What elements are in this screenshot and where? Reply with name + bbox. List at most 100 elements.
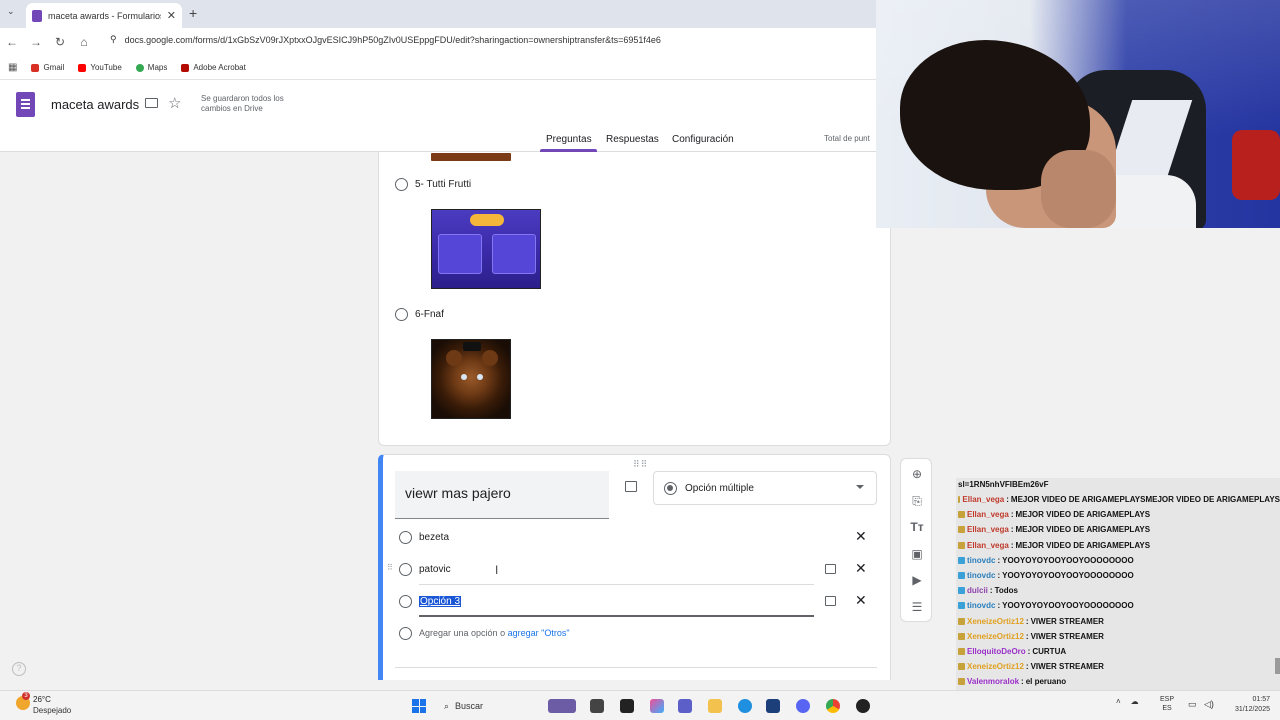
option-radio[interactable]: [395, 308, 408, 321]
copilot-icon[interactable]: [650, 699, 664, 713]
add-option-image-icon[interactable]: [825, 564, 836, 574]
form-title[interactable]: maceta awards: [51, 97, 139, 112]
network-icon[interactable]: ▭: [1188, 699, 1197, 710]
chat-separator: :: [997, 601, 1001, 611]
option-underline: [419, 584, 814, 585]
add-video-icon[interactable]: ▶: [910, 573, 924, 587]
forward-arrow-icon[interactable]: →: [24, 35, 48, 49]
chat-username: XeneizeOrtiz12: [967, 616, 1024, 626]
volume-icon[interactable]: ◁): [1204, 699, 1214, 710]
star-icon[interactable]: ☆: [168, 94, 181, 112]
chat-message: tinovdc: YOOYOYOYOOYOOYOOOOOOOO: [956, 568, 1280, 583]
input-language[interactable]: ESP ES: [1160, 695, 1174, 713]
chat-message: Ellan_vega: MEJOR VIDEO DE ARIGAMEPLAYSME…: [956, 492, 1280, 507]
site-info-icon[interactable]: ⚲: [110, 34, 117, 45]
option-radio: [399, 563, 412, 576]
file-explorer-icon[interactable]: [708, 699, 722, 713]
bookmark-youtube[interactable]: YouTube: [78, 63, 122, 72]
tab-search-chevron-icon[interactable]: ⌄: [7, 6, 15, 17]
text-cursor-icon: I: [495, 563, 499, 577]
remove-option-close-icon[interactable]: ✕: [855, 560, 867, 577]
system-clock[interactable]: 01:57 31/12/2025: [1222, 695, 1270, 715]
chat-separator: :: [1025, 662, 1029, 672]
help-icon[interactable]: ?: [12, 662, 26, 676]
discord-icon[interactable]: [796, 699, 810, 713]
question-card-previous[interactable]: 5- Tutti Frutti 6-Fnaf: [378, 152, 891, 446]
youtube-icon: [78, 63, 87, 72]
bookmark-adobe-acrobat[interactable]: Adobe Acrobat: [181, 63, 246, 72]
option-drag-handle-icon[interactable]: ⠿: [387, 563, 393, 572]
chat-text: VIWER STREAMER: [1030, 631, 1104, 641]
add-title-text-icon[interactable]: Tт: [910, 520, 924, 534]
remove-option-close-icon[interactable]: ✕: [855, 528, 867, 545]
option-row-editing[interactable]: Opción 3 ✕: [395, 591, 867, 617]
option-label-patovic[interactable]: patovic: [419, 564, 451, 575]
apps-grid-icon[interactable]: ▦: [8, 62, 17, 73]
import-questions-icon[interactable]: ⎘: [910, 494, 924, 508]
chat-text: MEJOR VIDEO DE ARIGAMEPLAYSMEJOR VIDEO D…: [1010, 495, 1280, 505]
add-image-icon[interactable]: [625, 481, 637, 492]
option-label-bezeta[interactable]: bezeta: [419, 532, 449, 543]
question-type-dropdown[interactable]: Opción múltiple: [653, 471, 877, 505]
bookmark-maps[interactable]: Maps: [135, 63, 167, 72]
fnaf-option-image[interactable]: [431, 339, 511, 419]
tab-respuestas[interactable]: Respuestas: [606, 134, 659, 145]
store-icon[interactable]: [766, 699, 780, 713]
home-icon[interactable]: ⌂: [72, 35, 96, 49]
url-field[interactable]: ⚲ docs.google.com/forms/d/1xGbSzV09rJXpt…: [110, 34, 661, 45]
form-canvas: 5- Tutti Frutti 6-Fnaf ⠿⠿ viewr mas paje…: [0, 152, 956, 680]
option-row[interactable]: ⠿ patovic I ✕: [387, 559, 867, 585]
capcut-icon[interactable]: [620, 699, 634, 713]
bookmark-gmail[interactable]: Gmail: [31, 63, 64, 72]
total-points-label: Total de punt: [824, 134, 870, 143]
add-image-icon[interactable]: ▣: [910, 547, 924, 561]
chat-text: VIWER STREAMER: [1030, 662, 1104, 672]
onedrive-icon[interactable]: ☁: [1131, 697, 1139, 706]
add-section-icon[interactable]: ☰: [910, 600, 924, 614]
drag-handle-icon[interactable]: ⠿⠿: [633, 459, 648, 470]
add-option-link[interactable]: Agregar una opción: [419, 628, 498, 638]
chat-scrollbar[interactable]: [1275, 658, 1280, 674]
stream-chat-overlay: sl=1RN5nhVFIBEm26vF Ellan_vega: MEJOR VID…: [956, 478, 1280, 704]
question-title-field[interactable]: viewr mas pajero: [395, 471, 609, 519]
option-radio[interactable]: [395, 178, 408, 191]
close-tab-icon[interactable]: ✕: [167, 9, 176, 22]
google-forms-logo-icon[interactable]: [16, 92, 35, 117]
add-question-icon[interactable]: ⊕: [910, 467, 924, 481]
remove-option-close-icon[interactable]: ✕: [855, 592, 867, 609]
chrome-icon[interactable]: [826, 699, 840, 713]
copilot-people-icon[interactable]: [548, 699, 576, 713]
add-other-link[interactable]: agregar "Otros": [508, 628, 570, 638]
chat-separator: :: [997, 555, 1001, 565]
new-tab-plus-icon[interactable]: +: [189, 5, 197, 21]
edge-icon[interactable]: [738, 699, 752, 713]
weather-temperature: 26°C: [33, 695, 51, 704]
chat-badge-icon: [958, 556, 965, 564]
windows-start-icon[interactable]: [412, 699, 426, 713]
chat-badge-icon: [958, 526, 965, 534]
option-input-opcion-3[interactable]: Opción 3: [419, 596, 462, 607]
teams-icon[interactable]: [678, 699, 692, 713]
option-row[interactable]: bezeta ✕: [395, 527, 867, 549]
back-arrow-icon[interactable]: ←: [0, 35, 24, 49]
tutti-frutti-option-image[interactable]: [431, 209, 541, 289]
chat-message: Ellan_vega: MEJOR VIDEO DE ARIGAMEPLAYS: [956, 538, 1280, 553]
task-view-icon[interactable]: [590, 699, 604, 713]
add-option-image-icon[interactable]: [825, 596, 836, 606]
taskbar-search[interactable]: ⌕ Buscar: [436, 696, 540, 716]
chat-separator: :: [1010, 510, 1014, 520]
reload-icon[interactable]: ↻: [48, 35, 72, 49]
bookmark-label: YouTube: [90, 63, 122, 72]
move-to-folder-icon[interactable]: [145, 98, 158, 108]
tab-preguntas[interactable]: Preguntas: [546, 134, 592, 145]
chat-username: dulcii: [967, 586, 988, 596]
tab-configuracion[interactable]: Configuración: [672, 134, 734, 145]
chat-username: XeneizeOrtiz12: [967, 631, 1024, 641]
keyboard-layout: ES: [1162, 705, 1172, 712]
browser-tab[interactable]: maceta awards - Formularios d ✕: [26, 3, 182, 28]
tray-chevron-icon[interactable]: ˄: [1116, 697, 1121, 706]
floating-toolbar: ⊕ ⎘ Tт ▣ ▶ ☰: [900, 458, 932, 622]
question-card-active[interactable]: ⠿⠿ viewr mas pajero Opción múltiple beze…: [378, 454, 891, 680]
obs-icon[interactable]: [856, 699, 870, 713]
chat-separator: :: [1025, 616, 1029, 626]
